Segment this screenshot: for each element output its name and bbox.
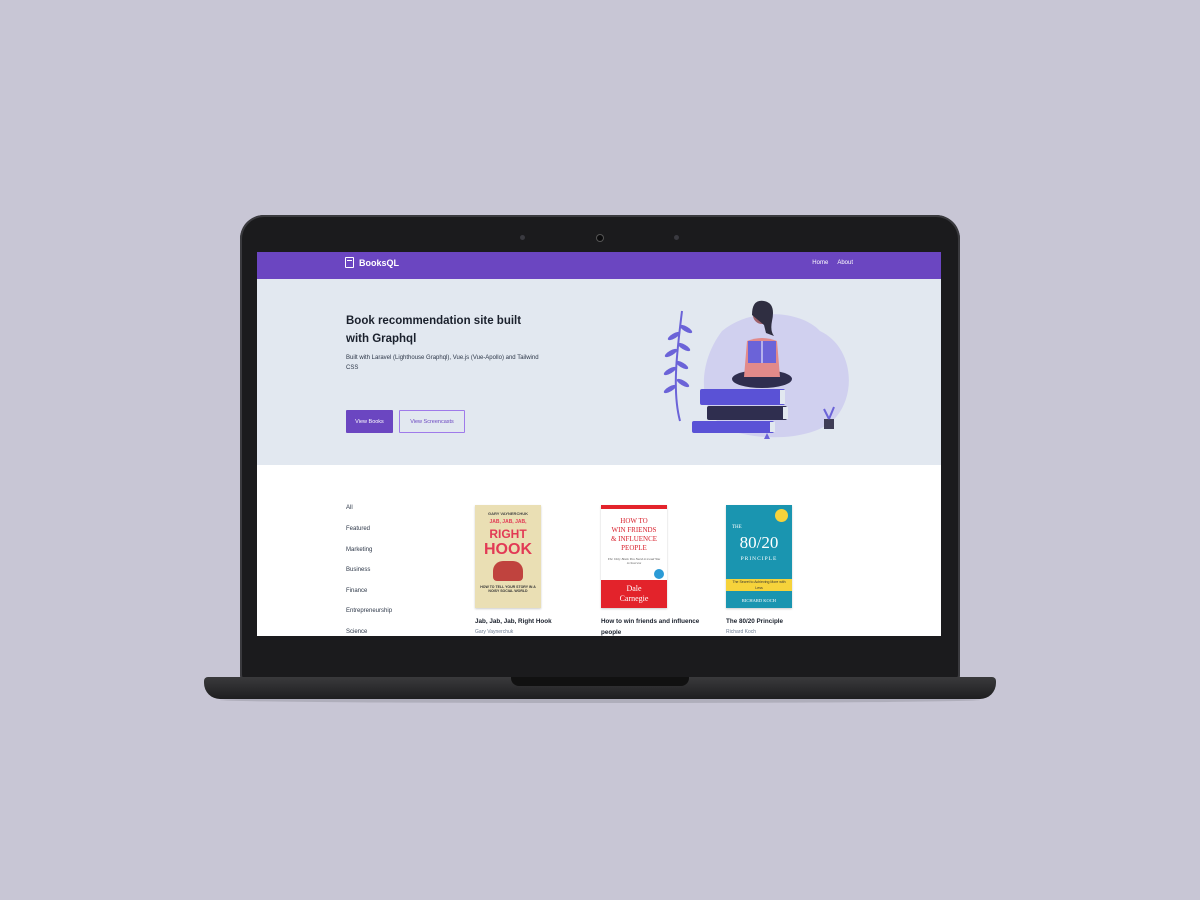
category-entrepreneurship[interactable]: Entrepreneurship [346,608,392,614]
cover-text: 80/20 [739,533,779,552]
cover-author-band: Dale Carnegie [601,580,667,608]
cover-text: JAB, JAB, JAB, [489,519,527,525]
nav-links: Home About [812,260,853,266]
cover-text: RIGHT [489,527,527,541]
category-business[interactable]: Business [346,567,370,573]
book-cover[interactable]: HOW TO WIN FRIENDS & INFLUENCE PEOPLE Th… [601,505,667,608]
category-featured[interactable]: Featured [346,526,370,532]
book-title[interactable]: Jab, Jab, Jab, Right Hook [475,616,585,627]
nav-link-home[interactable]: Home [812,260,828,266]
view-books-button[interactable]: View Books [346,410,393,433]
cover-text: THE [732,525,742,530]
category-science[interactable]: Science [346,629,367,635]
sensor-dot [674,235,679,240]
hero-subtitle: Built with Laravel (Lighthouse Graphql),… [346,355,539,371]
webcam [597,235,603,241]
cover-text: GARY VAYNERCHUK [487,511,528,516]
book-cover[interactable]: THE 80/20 PRINCIPLE The Secret to Achiev… [726,505,792,608]
seal-icon [775,509,788,522]
book-card[interactable]: THE 80/20 PRINCIPLE The Secret to Achiev… [726,505,836,636]
category-all[interactable]: All [346,505,353,511]
brand-name: BooksQL [359,257,400,268]
book-icon [345,257,354,268]
reading-illustration [663,300,849,439]
cover-text: The Only Book You Need to Lead You to Su… [607,557,661,565]
browser-screen: BooksQL Home About Book recommendation s… [257,252,941,636]
cover-text: PRINCIPLE [740,556,778,562]
book-card[interactable]: GARY VAYNERCHUK JAB, JAB, JAB, RIGHT HOO… [475,505,585,636]
sensor-dot [520,235,525,240]
book-card[interactable]: HOW TO WIN FRIENDS & INFLUENCE PEOPLE Th… [601,505,711,636]
book-author: Gary Vaynerchuk [475,629,514,635]
brand-logo[interactable]: BooksQL [345,257,399,268]
laptop-notch [511,677,689,686]
badge-icon [654,569,664,579]
view-screencasts-button[interactable]: View Screencasts [399,410,465,433]
nav-link-about[interactable]: About [837,260,853,266]
book-cover[interactable]: GARY VAYNERCHUK JAB, JAB, JAB, RIGHT HOO… [475,505,541,608]
book-author: Richard Koch [726,629,757,635]
cover-text: HOW TO WIN FRIENDS & INFLUENCE PEOPLE [610,517,658,552]
book-title[interactable]: The 80/20 Principle [726,616,836,627]
laptop-base [204,677,996,699]
hero-section: Book recommendation site built with Grap… [257,279,941,465]
cover-text: RICHARD KOCH [741,598,777,603]
category-marketing[interactable]: Marketing [346,547,372,553]
boxing-gloves-image [493,561,523,581]
cover-text: HOW TO TELL YOUR STORY IN A NOISY SOCIAL… [480,585,536,593]
hero-title: Book recommendation site built with Grap… [346,315,522,345]
cover-text: HOOK [484,541,532,558]
book-title[interactable]: How to win friends and influence people [601,616,711,636]
cover-text: The Secret to Achieving More with Less [726,579,792,591]
category-finance[interactable]: Finance [346,588,367,594]
top-nav: BooksQL Home About [257,252,941,279]
books-section: All Featured Marketing Business Finance … [257,465,941,636]
